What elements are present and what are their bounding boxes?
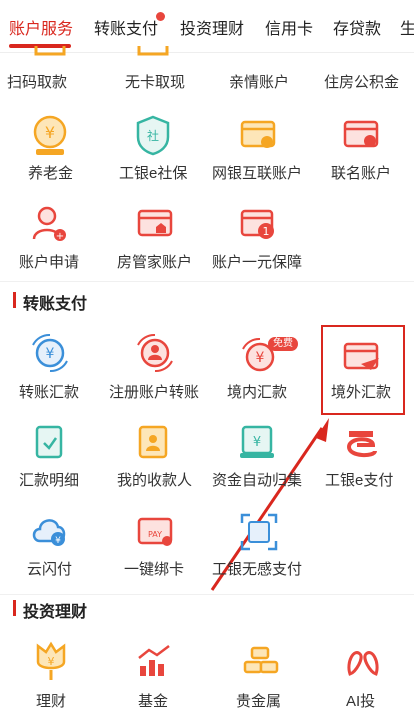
section-marker: [13, 600, 16, 616]
grid-item-e-payment[interactable]: [318, 420, 408, 495]
grid-item-wealth[interactable]: [10, 636, 90, 716]
section-separator: [0, 594, 414, 595]
grid-item-ai-invest[interactable]: [318, 636, 408, 716]
grid-item-cloud-pay[interactable]: [10, 510, 90, 585]
grid-item-payee[interactable]: [110, 420, 200, 495]
grid-item-precious-metal[interactable]: [208, 636, 308, 716]
grid-item-face-pay[interactable]: [208, 510, 308, 585]
grid-item-fund[interactable]: [110, 636, 200, 716]
section-title-investment: 投资理财: [23, 604, 88, 621]
grid-item-remit-detail[interactable]: [10, 420, 90, 495]
grid-item-auto-collect[interactable]: [208, 420, 308, 495]
grid-item-bind-card[interactable]: [110, 510, 200, 585]
